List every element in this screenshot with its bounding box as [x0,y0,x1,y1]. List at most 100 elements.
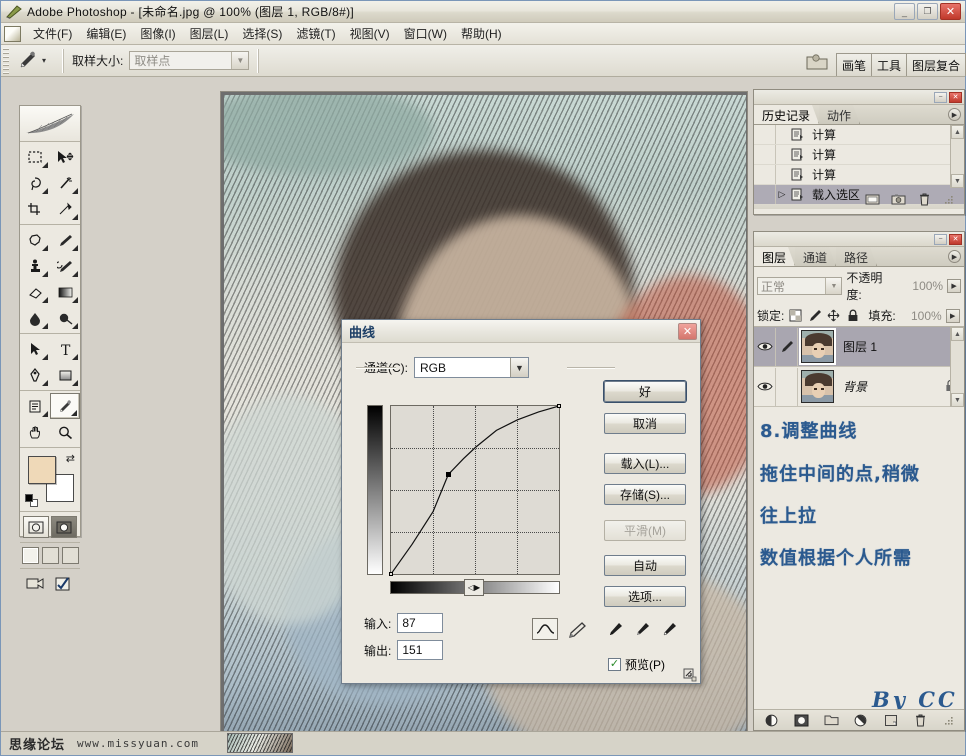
lasso-tool[interactable] [20,170,50,196]
fill-value[interactable]: 100% [900,309,942,323]
tool-expand-triangle-icon[interactable] [71,410,77,416]
scroll-up-icon[interactable]: ▲ [951,125,964,139]
history-item[interactable]: 计算 [754,125,964,145]
new-layer-icon[interactable] [883,713,899,728]
curves-dialog-resize-grip[interactable] [683,668,697,682]
pencil-tool-icon[interactable] [564,618,590,640]
lock-all-icon[interactable] [845,308,860,323]
menu-file[interactable]: 文件(F) [26,22,79,45]
layer-visibility-toggle[interactable] [754,367,776,406]
scroll-down-icon[interactable]: ▼ [951,174,964,188]
dodge-tool[interactable] [50,305,80,331]
menu-image[interactable]: 图像(I) [133,22,182,45]
curve-graph[interactable] [388,403,561,576]
tool-expand-triangle-icon[interactable] [42,354,48,360]
tool-expand-triangle-icon[interactable] [72,380,78,386]
magic-wand-tool[interactable] [50,170,80,196]
tab-history[interactable]: 历史记录 [754,105,819,124]
tool-expand-triangle-icon[interactable] [72,188,78,194]
fill-slider-arrow-icon[interactable]: ▶ [945,308,960,323]
opacity-value[interactable]: 100% [901,279,943,293]
full-screen-with-menubar-button[interactable] [41,547,59,564]
move-tool[interactable] [50,144,80,170]
auto-button[interactable]: 自动 [604,555,686,576]
delete-state-icon[interactable] [916,192,932,207]
layer-name[interactable]: 图层 1 [843,338,877,355]
palette-tab-brushes[interactable]: 画笔 [835,52,872,76]
new-group-icon[interactable] [823,713,839,728]
scroll-up-icon[interactable]: ▲ [951,327,964,341]
slice-tool[interactable] [50,196,80,222]
palette-tab-tool-presets[interactable]: 工具 [870,52,907,76]
history-item[interactable]: 计算 [754,165,964,185]
sample-size-select[interactable]: 取样点 ▼ [129,51,250,70]
standard-screen-mode-button[interactable] [21,547,39,564]
pen-tool[interactable] [20,362,50,388]
layer-visibility-toggle[interactable] [754,327,776,366]
tool-expand-triangle-icon[interactable] [72,354,78,360]
opacity-slider-arrow-icon[interactable]: ▶ [947,279,961,293]
quick-mask-mode-button[interactable] [51,516,77,538]
history-brush-tool[interactable] [50,253,80,279]
curves-dialog[interactable]: 曲线 ✕ 通道(C): RGB ▼ ◁▶ 输入: 87 输出: 151 好 取消… [341,319,701,684]
new-snapshot-icon[interactable] [890,192,906,207]
tool-expand-triangle-icon[interactable] [42,245,48,251]
rectangular-marquee-tool[interactable] [20,144,50,170]
history-close-button[interactable]: ✕ [949,91,962,103]
tab-paths[interactable]: 路径 [836,247,877,266]
options-button[interactable]: 选项... [604,586,686,607]
tool-expand-triangle-icon[interactable] [42,162,48,168]
history-resize-grip[interactable] [942,192,958,207]
tool-expand-triangle-icon[interactable] [42,188,48,194]
delete-layer-icon[interactable] [913,713,929,728]
file-browser-icon[interactable] [804,49,830,73]
chevron-down-icon[interactable]: ▼ [231,52,249,69]
hand-tool[interactable] [20,419,50,445]
layers-scrollbar[interactable]: ▲ ▼ [950,327,964,407]
menu-select[interactable]: 选择(S) [235,22,289,45]
crop-tool[interactable] [20,196,50,222]
document-icon[interactable] [4,25,21,42]
set-black-point-icon[interactable] [608,621,625,640]
menu-window[interactable]: 窗口(W) [397,22,454,45]
minimize-button[interactable]: _ [894,3,915,20]
foreground-color-swatch[interactable] [28,456,56,484]
layer-name[interactable]: 背景 [843,378,867,395]
tool-expand-triangle-icon[interactable] [42,411,48,417]
jump-to-imageready-icon[interactable] [25,574,49,594]
tool-expand-triangle-icon[interactable] [42,323,48,329]
tool-expand-triangle-icon[interactable] [72,271,78,277]
eyedropper-icon[interactable] [14,49,40,73]
swap-colors-icon[interactable]: ⇄ [66,452,75,465]
history-scrollbar[interactable]: ▲ ▼ [950,125,964,188]
chevron-down-icon[interactable]: ▼ [510,358,528,377]
save-button[interactable]: 存储(S)... [604,484,686,505]
layers-resize-grip[interactable] [942,713,958,728]
tool-preset-chevron-icon[interactable]: ▾ [42,56,46,65]
tool-expand-triangle-icon[interactable] [72,214,78,220]
history-item[interactable]: 计算 [754,145,964,165]
layer-mask-icon[interactable] [794,713,810,728]
preview-checkbox[interactable]: ✓ [608,658,621,671]
output-field[interactable]: 151 [397,640,444,660]
layer-style-icon[interactable] [764,713,780,728]
set-white-point-icon[interactable] [662,621,679,640]
maximize-button[interactable]: ❐ [917,3,938,20]
set-gray-point-icon[interactable] [635,621,652,640]
menu-view[interactable]: 视图(V) [343,22,397,45]
path-selection-tool[interactable] [20,336,50,362]
tab-actions[interactable]: 动作 [819,105,860,124]
history-minimize-button[interactable]: − [934,91,947,103]
imageready-icon[interactable] [52,574,76,594]
menu-help[interactable]: 帮助(H) [454,22,509,45]
layers-minimize-button[interactable]: − [934,233,947,245]
eraser-tool[interactable] [20,279,50,305]
lock-image-icon[interactable] [807,308,822,323]
layers-close-button[interactable]: ✕ [949,233,962,245]
scroll-down-icon[interactable]: ▼ [951,393,964,407]
layer-row[interactable]: 背景 [754,367,964,407]
lock-transparency-icon[interactable] [788,308,803,323]
curves-dialog-close-button[interactable]: ✕ [678,322,697,340]
palette-tab-layer-comps[interactable]: 图层复合 [905,52,966,76]
clone-stamp-tool[interactable] [20,253,50,279]
